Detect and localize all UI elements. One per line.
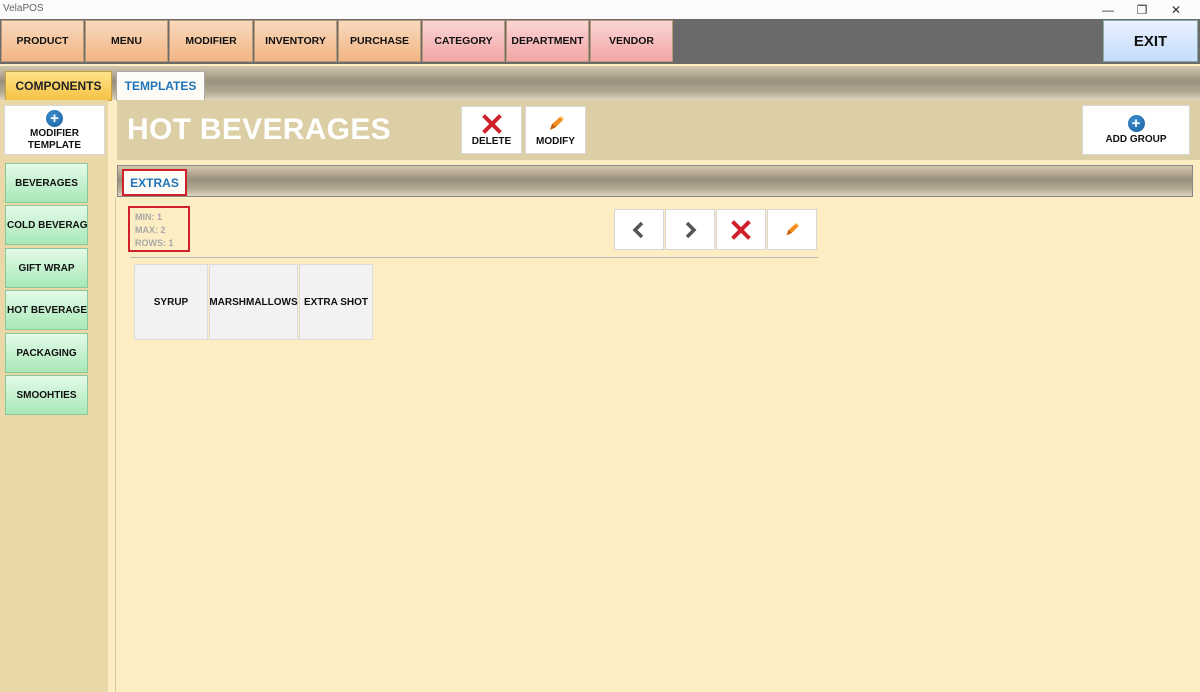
divider — [130, 257, 818, 258]
sidebar-item-beverages[interactable]: BEVERAGES — [5, 163, 88, 203]
sidebar-item-hot-beverages[interactable]: HOT BEVERAGES — [5, 290, 88, 330]
nav-inventory-button[interactable]: INVENTORY — [254, 20, 337, 62]
delete-group-button[interactable] — [716, 209, 766, 250]
close-icon[interactable]: ✕ — [1159, 0, 1193, 19]
group-tab-strip: EXTRAS — [117, 165, 1193, 197]
pencil-icon — [786, 222, 800, 235]
page-title: HOT BEVERAGES — [127, 113, 391, 146]
modify-label: MODIFY — [536, 135, 575, 147]
modifier-template-button[interactable]: + MODIFIER TEMPLATE — [4, 105, 105, 155]
nav-purchase-button[interactable]: PURCHASE — [338, 20, 421, 62]
category-sidebar: + MODIFIER TEMPLATE BEVERAGES COLD BEVER… — [0, 100, 108, 692]
top-nav-bar: PRODUCT MENU MODIFIER INVENTORY PURCHASE… — [0, 19, 1200, 64]
nav-modifier-button[interactable]: MODIFIER — [169, 20, 253, 62]
add-group-icon: + — [1127, 115, 1145, 132]
sidebar-item-packaging[interactable]: PACKAGING — [5, 333, 88, 373]
sidebar-item-cold-beverages[interactable]: COLD BEVERAGES — [5, 205, 88, 245]
modifier-template-label-2: TEMPLATE — [27, 139, 82, 151]
modifier-item-extra-shot[interactable]: EXTRA SHOT — [299, 264, 373, 340]
group-rows: ROWS: 1 — [135, 238, 174, 248]
window-title: VelaPOS — [3, 3, 44, 14]
delete-button[interactable]: DELETE — [461, 106, 522, 154]
main-tab-strip: COMPONENTS TEMPLATES — [0, 66, 1200, 101]
minimize-icon[interactable]: — — [1091, 0, 1125, 19]
modify-button[interactable]: MODIFY — [525, 106, 586, 154]
sidebar-item-gift-wrap[interactable]: GIFT WRAP — [5, 248, 88, 288]
tab-extras[interactable]: EXTRAS — [122, 169, 187, 196]
tab-components[interactable]: COMPONENTS — [5, 71, 112, 101]
modifier-item-marshmallows[interactable]: MARSHMALLOWS — [209, 264, 298, 340]
previous-button[interactable] — [614, 209, 664, 250]
group-max: MAX: 2 — [135, 225, 166, 235]
add-group-button[interactable]: + ADD GROUP — [1082, 105, 1190, 155]
group-min: MIN: 1 — [135, 212, 162, 222]
nav-department-button[interactable]: DEPARTMENT — [506, 20, 589, 62]
tab-templates[interactable]: TEMPLATES — [116, 71, 205, 101]
add-group-label: ADD GROUP — [1105, 134, 1167, 145]
group-content: MIN: 1 MAX: 2 ROWS: 1 SYRUP MARSHMALLOWS… — [115, 197, 1200, 692]
delete-label: DELETE — [471, 135, 512, 147]
pencil-icon — [549, 115, 564, 130]
nav-product-button[interactable]: PRODUCT — [1, 20, 84, 62]
chevron-right-icon — [685, 221, 697, 238]
modifier-template-label-1: MODIFIER — [30, 127, 79, 139]
next-button[interactable] — [665, 209, 715, 250]
chevron-left-icon — [632, 221, 644, 238]
nav-category-button[interactable]: CATEGORY — [422, 20, 505, 62]
add-icon: + — [46, 109, 63, 127]
delete-x-icon — [481, 113, 502, 134]
modifier-item-syrup[interactable]: SYRUP — [134, 264, 208, 340]
delete-x-icon — [731, 219, 751, 240]
nav-menu-button[interactable]: MENU — [85, 20, 168, 62]
exit-button[interactable]: EXIT — [1103, 20, 1198, 62]
restore-icon[interactable]: ❐ — [1125, 0, 1159, 19]
nav-vendor-button[interactable]: VENDOR — [590, 20, 673, 62]
window-title-bar: VelaPOS — ❐ ✕ — [0, 0, 1200, 19]
group-limits: MIN: 1 MAX: 2 ROWS: 1 — [128, 206, 190, 252]
template-header: HOT BEVERAGES DELETE MODIFY + ADD GROUP — [117, 100, 1200, 160]
edit-group-button[interactable] — [767, 209, 817, 250]
sidebar-item-smoothies[interactable]: SMOOHTIES — [5, 375, 88, 415]
